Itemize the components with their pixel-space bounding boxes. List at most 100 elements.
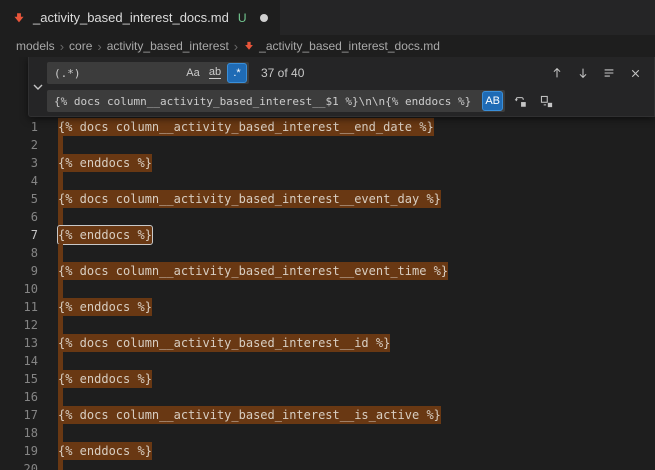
editor-line[interactable]: 17 {% docs column__activity_based_interes… — [0, 406, 655, 424]
arrow-up-icon — [550, 66, 564, 80]
line-content: {% docs column__activity_based_interest_… — [58, 118, 434, 136]
modified-indicator-dot[interactable] — [260, 14, 268, 22]
line-content: {% docs column__activity_based_interest_… — [58, 262, 448, 280]
find-match: {% enddocs %} — [58, 298, 152, 316]
editor-line[interactable]: 18 — [0, 424, 655, 442]
find-match: {% docs column__activity_based_interest_… — [58, 118, 434, 136]
line-content: {% enddocs %} — [58, 298, 152, 316]
editor-line[interactable]: 2 — [0, 136, 655, 154]
toggle-replace-chevron[interactable] — [29, 57, 47, 116]
editor-line[interactable]: 10 — [0, 280, 655, 298]
find-replace-widget: Aa ab .* 37 of 40 — [28, 57, 655, 117]
line-number[interactable]: 12 — [0, 316, 38, 334]
line-content — [58, 136, 63, 154]
breadcrumb-separator-icon — [234, 39, 238, 54]
find-match: {% enddocs %} — [58, 370, 152, 388]
line-number[interactable]: 20 — [0, 460, 38, 470]
close-icon — [629, 67, 642, 80]
preserve-case-toggle[interactable]: AB — [482, 91, 503, 111]
line-number[interactable]: 15 — [0, 370, 38, 388]
find-match-empty — [58, 136, 63, 154]
previous-match-button[interactable] — [546, 62, 568, 84]
editor-line[interactable]: 20 — [0, 460, 655, 470]
line-number[interactable]: 11 — [0, 298, 38, 316]
line-number[interactable]: 5 — [0, 190, 38, 208]
replace-all-icon — [539, 94, 554, 109]
breadcrumb-item-models[interactable]: models — [16, 39, 55, 53]
line-number[interactable]: 13 — [0, 334, 38, 352]
line-content: {% docs column__activity_based_interest_… — [58, 406, 441, 424]
find-match-empty — [58, 316, 63, 334]
line-number[interactable]: 7 — [0, 226, 38, 244]
tab-activity-based-interest-docs[interactable]: _activity_based_interest_docs.md U — [0, 0, 280, 35]
editor-line[interactable]: 14 — [0, 352, 655, 370]
replace-input[interactable] — [47, 90, 480, 112]
line-content: {% enddocs %} — [58, 370, 152, 388]
line-content — [58, 352, 63, 370]
line-content: {% enddocs %} — [58, 442, 152, 460]
tab-bar: _activity_based_interest_docs.md U — [0, 0, 655, 35]
line-content: {% docs column__activity_based_interest_… — [58, 190, 441, 208]
breadcrumb-separator-icon — [97, 39, 101, 54]
breadcrumb-item-core[interactable]: core — [69, 39, 92, 53]
match-case-toggle[interactable]: Aa — [183, 63, 203, 83]
next-match-button[interactable] — [572, 62, 594, 84]
find-input[interactable] — [47, 62, 181, 84]
find-match: {% docs column__activity_based_interest_… — [58, 262, 448, 280]
find-match-current: {% enddocs %} — [58, 226, 152, 244]
line-number[interactable]: 1 — [0, 118, 38, 136]
regex-toggle[interactable]: .* — [227, 63, 247, 83]
editor-line[interactable]: 3 {% enddocs %} — [0, 154, 655, 172]
editor-line[interactable]: 16 — [0, 388, 655, 406]
line-number[interactable]: 10 — [0, 280, 38, 298]
breadcrumb: models core activity_based_interest _act… — [0, 35, 655, 57]
line-content — [58, 244, 63, 262]
editor-line[interactable]: 13 {% docs column__activity_based_interes… — [0, 334, 655, 352]
line-number[interactable]: 16 — [0, 388, 38, 406]
editor-line[interactable]: 15 {% enddocs %} — [0, 370, 655, 388]
line-number[interactable]: 9 — [0, 262, 38, 280]
line-content: {% enddocs %} — [58, 226, 152, 244]
line-content — [58, 208, 63, 226]
editor-line[interactable]: 11 {% enddocs %} — [0, 298, 655, 316]
line-number[interactable]: 4 — [0, 172, 38, 190]
find-match: {% enddocs %} — [58, 154, 152, 172]
line-number[interactable]: 19 — [0, 442, 38, 460]
replace-all-button[interactable] — [535, 90, 557, 112]
editor-line[interactable]: 5 {% docs column__activity_based_interest… — [0, 190, 655, 208]
editor-line[interactable]: 4 — [0, 172, 655, 190]
markdown-file-icon — [243, 40, 255, 52]
breadcrumb-item-file[interactable]: _activity_based_interest_docs.md — [243, 39, 440, 53]
line-content: {% docs column__activity_based_interest_… — [58, 334, 390, 352]
line-number[interactable]: 3 — [0, 154, 38, 172]
editor-line[interactable]: 1 {% docs column__activity_based_interest… — [0, 118, 655, 136]
breadcrumb-separator-icon — [60, 39, 64, 54]
editor-line[interactable]: 8 — [0, 244, 655, 262]
line-number[interactable]: 17 — [0, 406, 38, 424]
replace-button[interactable] — [509, 90, 531, 112]
selection-lines-icon — [602, 66, 616, 80]
line-number[interactable]: 6 — [0, 208, 38, 226]
editor-line[interactable]: 9 {% docs column__activity_based_interest… — [0, 262, 655, 280]
line-number[interactable]: 18 — [0, 424, 38, 442]
git-status-badge: U — [238, 11, 247, 25]
close-find-button[interactable] — [624, 62, 646, 84]
whole-word-toggle[interactable]: ab — [205, 63, 225, 83]
editor-line[interactable]: 6 — [0, 208, 655, 226]
editor-lines: 1 {% docs column__activity_based_interest… — [0, 118, 655, 470]
line-number[interactable]: 2 — [0, 136, 38, 154]
tab-filename: _activity_based_interest_docs.md — [33, 10, 229, 25]
editor[interactable]: 1 {% docs column__activity_based_interest… — [0, 57, 655, 470]
find-match: {% docs column__activity_based_interest_… — [58, 190, 441, 208]
editor-line[interactable]: 12 — [0, 316, 655, 334]
line-content: {% enddocs %} — [58, 154, 152, 172]
editor-line[interactable]: 7 {% enddocs %} — [0, 226, 655, 244]
line-content — [58, 316, 63, 334]
line-content — [58, 388, 63, 406]
breadcrumb-item-activity-based-interest[interactable]: activity_based_interest — [107, 39, 229, 53]
line-number[interactable]: 14 — [0, 352, 38, 370]
editor-line[interactable]: 19 {% enddocs %} — [0, 442, 655, 460]
find-match-empty — [58, 244, 63, 262]
line-number[interactable]: 8 — [0, 244, 38, 262]
find-in-selection-button[interactable] — [598, 62, 620, 84]
